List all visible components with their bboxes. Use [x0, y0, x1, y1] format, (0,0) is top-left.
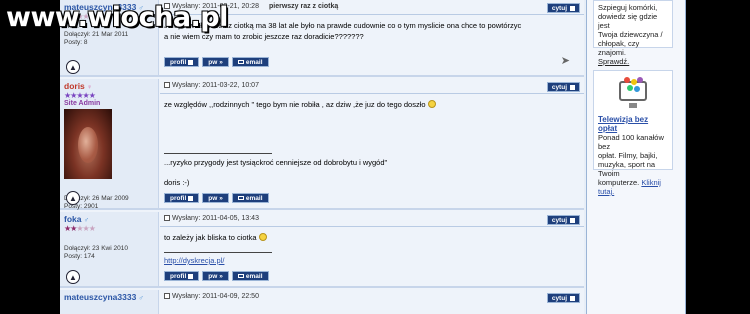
signature-line: ...ryzyko przygody jest tysiąckroć cenni… [164, 158, 388, 167]
ad-link[interactable]: Sprawdź. [594, 57, 672, 66]
envelope-icon [237, 196, 244, 200]
post-date: Wysłany: 2011-04-09, 22:50 [172, 293, 259, 300]
avatar [64, 109, 112, 179]
profile-button[interactable]: profil [164, 57, 200, 67]
envelope-icon [237, 60, 244, 64]
signature-link[interactable]: http://dyskrecja.pl/ [164, 255, 224, 266]
ad-sidebar: Szpieguj komórki, dowiedz się gdzie jest… [586, 0, 686, 314]
forum-post: doris ♀ ★★★★★ Site Admin Dołączył: 26 Ma… [60, 79, 584, 210]
post-line: to zależy jak bliska to ciotka [164, 232, 267, 243]
right-margin [686, 0, 750, 314]
message-icon: » [219, 272, 223, 280]
scroll-up-button[interactable]: ▲ [66, 60, 80, 74]
ad-line: komputerze. Kliknij tutaj. [598, 178, 661, 196]
forum-post: foka ♂ ★★★★★ Dołączył: 23 Kwi 2010 Posty… [60, 212, 584, 288]
quote-label: cytuj [551, 4, 567, 12]
user-rank: Site Admin [64, 100, 101, 107]
quote-button[interactable]: cytuj [546, 82, 580, 92]
post-line: ze względów ,,rodzinnych " tego bym nie … [164, 99, 436, 110]
private-message-button[interactable]: pw» [202, 271, 229, 281]
message-icon: » [219, 194, 223, 202]
private-message-button[interactable]: pw» [202, 193, 229, 203]
screenshot-stage: mateuszcyna3333 ♂ ★★★★★ Tru... Dołączył:… [0, 0, 750, 314]
post-subject: pierwszy raz z ciotką [268, 3, 339, 10]
scroll-up-button[interactable]: ▲ [66, 270, 80, 284]
profile-icon [188, 59, 194, 65]
ad-box: Szpieguj komórki, dowiedz się gdzie jest… [593, 0, 673, 66]
email-button[interactable]: email [231, 57, 269, 67]
email-button[interactable]: email [231, 271, 269, 281]
profile-button[interactable]: profil [164, 193, 200, 203]
scroll-up-button[interactable]: ▲ [66, 191, 80, 205]
post-toolbar: profil pw» email [164, 57, 269, 67]
female-icon: ♀ [87, 84, 93, 91]
smiley-icon [258, 233, 267, 241]
male-icon: ♂ [138, 295, 144, 302]
male-icon: ♂ [83, 217, 89, 224]
left-margin [0, 0, 60, 314]
forum-post: mateuszcyna3333 ♂ Wysłany: 2011-04-09, 2… [60, 290, 584, 314]
ad-line: Szpieguj komórki, [598, 3, 658, 12]
post-meta: Wysłany: 2011-04-05, 13:43 [164, 215, 259, 222]
smiley-icon [427, 100, 436, 108]
username[interactable]: doris [64, 81, 85, 91]
signature-divider [164, 252, 272, 253]
ad-box: Telewizja bez opłat Ponad 100 kanałów be… [593, 70, 673, 196]
post-author-panel: mateuszcyna3333 ♂ [60, 290, 159, 314]
post-icon [164, 293, 170, 299]
divider [160, 93, 584, 94]
quote-icon [570, 217, 575, 223]
profile-button[interactable]: profil [164, 271, 200, 281]
quote-icon [570, 295, 575, 301]
signature-divider [164, 153, 272, 154]
private-message-button[interactable]: pw» [202, 57, 229, 67]
paper-plane-icon[interactable]: ➤ [561, 54, 570, 67]
ad-title[interactable]: Telewizja bez opłat [594, 115, 672, 133]
quote-button[interactable]: cytuj [546, 3, 580, 13]
quote-icon [570, 84, 575, 90]
username[interactable]: foka [64, 214, 81, 224]
quote-button[interactable]: cytuj [546, 215, 580, 225]
ad-line: Ponad 100 kanałów bez [598, 133, 664, 151]
post-toolbar: profil pw» email [164, 271, 269, 281]
message-icon: » [219, 58, 223, 66]
quote-button[interactable]: cytuj [546, 293, 580, 303]
ad-line: chłopak, czy znajomi. [598, 39, 640, 57]
divider [160, 226, 584, 227]
post-content: Wysłany: 2011-04-05, 13:43 cytuj to zale… [160, 212, 584, 286]
post-toolbar: profil pw» email [164, 193, 269, 203]
forum-thread: mateuszcyna3333 ♂ ★★★★★ Tru... Dołączył:… [60, 0, 584, 314]
profile-icon [188, 273, 194, 279]
post-count: Posty: 2901 [64, 203, 99, 210]
ad-line: muzyka, sport na Twoim [598, 160, 656, 178]
post-meta: Wysłany: 2011-04-09, 22:50 [164, 293, 259, 300]
rank-stars: ★★★★★ [64, 91, 96, 100]
post-count: Posty: 174 [64, 253, 95, 260]
email-button[interactable]: email [231, 193, 269, 203]
post-author-panel: doris ♀ ★★★★★ Site Admin Dołączył: 26 Ma… [60, 79, 159, 210]
television-icon [613, 77, 653, 111]
ad-line: Twoja dziewczyna / [598, 30, 663, 39]
post-author-panel: foka ♂ ★★★★★ Dołączył: 23 Kwi 2010 Posty… [60, 212, 159, 286]
rank-stars: ★★★★★ [64, 224, 96, 233]
joined-date: Dołączył: 23 Kwi 2010 [64, 245, 128, 252]
post-content: Wysłany: 2011-04-09, 22:50 cytuj [160, 290, 584, 314]
site-logo: www.wiocha.pl [6, 2, 228, 33]
signature-line: doris :-) [164, 178, 190, 187]
post-date: Wysłany: 2011-03-22, 10:07 [172, 82, 259, 89]
post-icon [164, 215, 170, 221]
username[interactable]: mateuszcyna3333 [64, 292, 136, 302]
post-content: Wysłany: 2011-03-22, 10:07 cytuj ze wzgl… [160, 79, 584, 208]
profile-icon [188, 195, 194, 201]
ad-line: opłat. Filmy, bajki, [598, 151, 658, 160]
quote-icon [570, 5, 575, 11]
post-date: Wysłany: 2011-04-05, 13:43 [172, 215, 259, 222]
post-icon [164, 82, 170, 88]
ad-line: dowiedz się gdzie jest [598, 12, 658, 30]
post-meta: Wysłany: 2011-03-22, 10:07 [164, 82, 259, 89]
envelope-icon [237, 274, 244, 278]
post-count: Posty: 8 [64, 39, 88, 46]
